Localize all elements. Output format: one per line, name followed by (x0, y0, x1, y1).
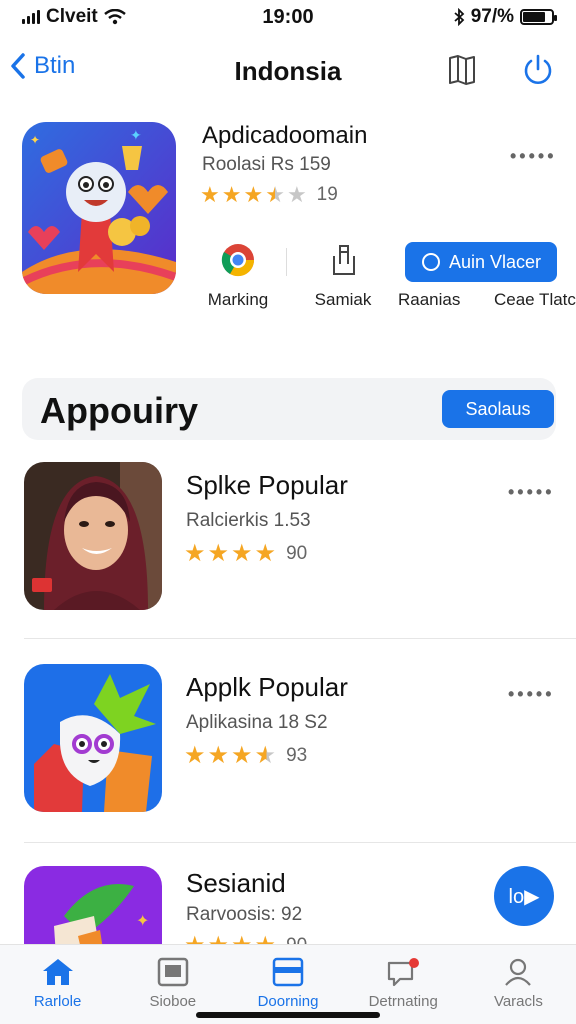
star-icon: ★ (207, 540, 230, 567)
app-subtitle: Rarvoosis: 92 (186, 904, 303, 925)
home-icon (42, 959, 73, 985)
action-label-raanias: Raanias (398, 290, 460, 310)
app-title: Splke Popular (186, 470, 348, 500)
star-icon: ★ (231, 540, 253, 567)
action-label: Marking (207, 290, 269, 309)
tab-varacls[interactable]: Varacls (461, 945, 576, 1024)
app-title: Sesianid (186, 868, 286, 898)
section-header: Appouiry Saolaus (22, 378, 556, 440)
star-icon: ★ (254, 540, 277, 567)
play-button-label: lo▶ (508, 885, 540, 908)
action-label: Raanias (398, 290, 461, 309)
rating-count: 19 (316, 184, 338, 205)
action-raanias[interactable]: Auin Vlacer (404, 242, 558, 282)
divider (286, 248, 287, 276)
battery-fill (523, 12, 546, 22)
power-icon (524, 54, 552, 84)
bookmark-button[interactable] (444, 52, 480, 88)
section-action-button[interactable]: Saolaus (442, 390, 554, 428)
list-item[interactable]: Applk Popular Aplikasina 18 S2 ★ ★ ★ ★ 9… (0, 664, 576, 840)
wifi-icon (103, 9, 126, 25)
app-icon: ✦ (24, 866, 162, 946)
section-title: Appouiry (40, 390, 198, 431)
featured-app-icon[interactable]: ✦ ✦ (22, 122, 176, 294)
featured-app-title: Apdicadoomain (202, 122, 368, 149)
home-indicator[interactable] (196, 1012, 380, 1018)
apps-icon (157, 957, 189, 987)
share-icon (333, 245, 355, 275)
tab-label: Rarlole (33, 993, 82, 1010)
svg-text:✦: ✦ (130, 127, 142, 143)
action-row: Marking Samiak Auin Vlacer Raanias Ceae … (202, 242, 576, 332)
star-icon: ★ (207, 742, 230, 769)
action-label: Samiak (314, 290, 372, 309)
battery-icon (520, 9, 557, 25)
more-options-button[interactable]: ••••• (508, 684, 555, 705)
circle-icon (421, 253, 440, 271)
clock: 19:00 (262, 5, 314, 28)
action-label: Ceae Tlatc (494, 290, 576, 309)
book-icon (449, 55, 475, 85)
divider (24, 638, 576, 639)
app-rating: ★ ★ ★ ★ 93 (184, 744, 307, 768)
install-button[interactable]: Auin Vlacer (405, 242, 557, 282)
app-subtitle: Ralcierkis 1.53 (186, 510, 311, 531)
half-star-icon: ★ (265, 182, 285, 207)
more-options-button[interactable]: ••••• (508, 482, 555, 503)
power-button[interactable] (520, 52, 556, 88)
star-icon: ★ (243, 182, 264, 207)
chat-icon (388, 958, 420, 987)
person-icon (505, 958, 532, 986)
star-icon: ★ (184, 742, 206, 769)
featured-app-subtitle: Roolasi Rs 159 (202, 154, 331, 175)
rating-count: 93 (286, 745, 308, 766)
install-button-label: Auin Vlacer (448, 251, 542, 272)
star-icon: ★ (200, 182, 220, 207)
featured-rating: ★ ★ ★ ★ ★ 19 (200, 184, 338, 206)
star-icon: ★ (184, 540, 206, 567)
battery-percent: 97/% (470, 6, 514, 27)
nav-bar: Btin Indonsia (0, 44, 576, 96)
app-icon (24, 462, 162, 610)
svg-text:✦: ✦ (136, 913, 149, 930)
svg-text:✦: ✦ (30, 133, 40, 147)
play-button[interactable]: lo▶ (494, 866, 554, 926)
tab-label: Varacls (493, 993, 543, 1010)
app-subtitle: Aplikasina 18 S2 (186, 712, 328, 733)
chrome-icon (221, 244, 255, 277)
half-star-icon: ★ (254, 742, 277, 769)
app-icon (24, 664, 162, 812)
tab-label: Detrnating (368, 993, 438, 1010)
list-item[interactable]: Splke Popular Ralcierkis 1.53 ★ ★ ★ ★ 90… (0, 462, 576, 638)
list-item[interactable]: ✦ Sesianid Rarvoosis: 92 ★ ★ ★ ★ 90 (0, 866, 576, 946)
rating-count: 90 (286, 543, 308, 564)
app-title: Applk Popular (186, 672, 348, 702)
tab-rarlole[interactable]: Rarlole (0, 945, 115, 1024)
carrier-name: Clveit (46, 6, 98, 27)
featured-app: ✦ ✦ Apdicadoomain Roolasi Rs 159 ★ ★ ★ ★… (22, 122, 576, 322)
action-samiak[interactable]: Samiak (306, 242, 380, 310)
divider (24, 842, 576, 843)
action-marking[interactable]: Marking (202, 242, 274, 310)
star-icon: ★ (231, 742, 253, 769)
app-rating: ★ ★ ★ ★ 90 (184, 542, 307, 566)
more-options-button[interactable]: ••••• (510, 146, 557, 167)
status-bar: Clveit 19:00 97/% (0, 0, 576, 34)
star-icon: ★ (221, 182, 242, 207)
tab-label: Sioboe (149, 993, 197, 1010)
signal-icon (22, 10, 40, 24)
bluetooth-icon (454, 8, 465, 26)
card-icon (272, 957, 304, 987)
action-label-ceae[interactable]: Ceae Tlatc (494, 290, 576, 310)
tab-label: Doorning (257, 993, 319, 1010)
star-empty-icon: ★ (286, 182, 307, 207)
